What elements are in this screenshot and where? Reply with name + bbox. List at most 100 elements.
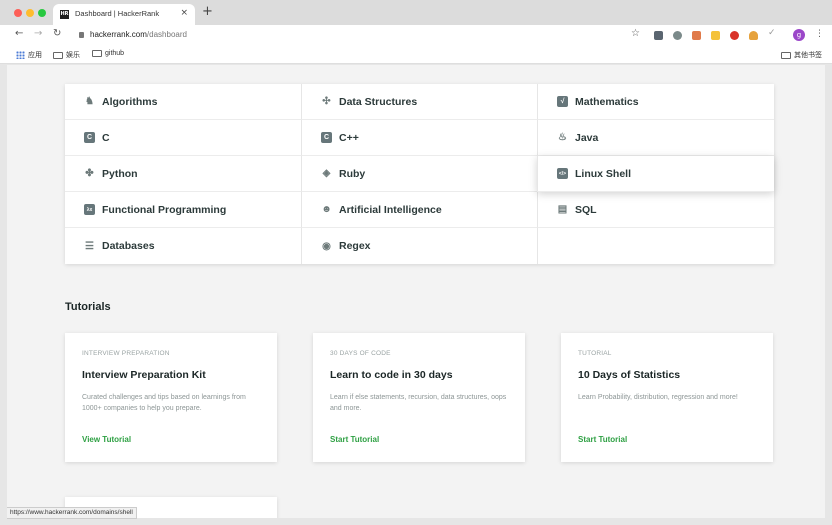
tab-title: Dashboard | HackerRank <box>75 9 160 18</box>
back-arrow-icon[interactable]: ← <box>15 28 23 39</box>
card-title: Interview Preparation Kit <box>82 369 206 381</box>
hackerrank-favicon-icon: HR <box>60 10 69 19</box>
page-content: ♞ Algorithms ✣ Data Structures √ Mathema… <box>7 65 825 518</box>
bookmark-entertainment[interactable]: 娱乐 <box>53 50 80 60</box>
forward-arrow-icon[interactable]: → <box>34 28 42 39</box>
domain-label: SQL <box>575 203 597 216</box>
c-icon: C <box>84 132 95 143</box>
domain-label: Artificial Intelligence <box>339 203 442 216</box>
card-kicker: INTERVIEW PREPARATION <box>82 350 170 357</box>
algorithms-icon: ♞ <box>85 96 94 107</box>
domain-label: Data Structures <box>339 95 418 108</box>
domain-algorithms[interactable]: ♞ Algorithms <box>65 84 301 120</box>
new-tab-button[interactable]: + <box>202 5 213 19</box>
mathematics-icon: √ <box>557 96 568 107</box>
bookmark-apps-label: 应用 <box>28 52 42 59</box>
domain-c[interactable]: C C <box>65 120 301 156</box>
domain-label: C++ <box>339 131 359 144</box>
card-kicker: TUTORIAL <box>578 350 612 357</box>
url-host: hackerrank.com <box>90 30 147 39</box>
domain-sql[interactable]: ▤ SQL <box>537 192 774 228</box>
folder-icon <box>781 51 791 59</box>
domain-label: Databases <box>102 240 155 252</box>
menu-kebab-icon[interactable]: ⋮ <box>815 29 824 39</box>
regex-icon: ◉ <box>322 240 331 252</box>
domain-label: Python <box>102 167 138 180</box>
bookmark-github-label: github <box>105 50 125 57</box>
extension-check-icon[interactable]: ✓ <box>768 28 777 38</box>
sql-icon: ▤ <box>557 204 568 215</box>
apps-grid-icon <box>16 51 25 59</box>
tutorial-card-interview-prep[interactable]: INTERVIEW PREPARATION Interview Preparat… <box>65 333 277 462</box>
card-description: Learn if else statements, recursion, dat… <box>330 394 507 412</box>
browser-tab[interactable]: HR Dashboard | HackerRank × <box>53 4 195 25</box>
domain-label: Ruby <box>339 167 366 180</box>
bookmark-apps[interactable]: 应用 <box>16 50 42 60</box>
domain-label: Linux Shell <box>575 167 632 180</box>
domain-label: Regex <box>339 240 371 252</box>
domain-cpp[interactable]: C C++ <box>301 120 537 156</box>
domain-label: Functional Programming <box>102 203 227 216</box>
domain-label: C <box>102 131 110 144</box>
java-icon: ♨ <box>558 132 567 143</box>
domain-label: Mathematics <box>575 95 639 108</box>
tutorial-card-30-days-of-code[interactable]: 30 DAYS OF CODE Learn to code in 30 days… <box>313 333 525 462</box>
profile-avatar[interactable]: g <box>793 29 805 41</box>
extension-r-icon[interactable] <box>711 31 720 40</box>
domains-grid: ♞ Algorithms ✣ Data Structures √ Mathema… <box>65 84 774 264</box>
domain-java[interactable]: ♨ Java <box>537 120 774 156</box>
bookmark-other[interactable]: 其他书签 <box>781 50 822 60</box>
close-window-button[interactable] <box>14 9 22 17</box>
start-tutorial-link[interactable]: Start Tutorial <box>578 435 627 444</box>
folder-icon <box>53 51 63 59</box>
cpp-icon: C <box>321 132 332 143</box>
card-title: 10 Days of Statistics <box>578 369 681 381</box>
python-icon: ✤ <box>85 168 94 179</box>
domain-databases[interactable]: ☰ Databases <box>65 228 301 264</box>
url-path: /dashboard <box>146 30 187 39</box>
address-bar[interactable]: hackerrank.com/dashboard <box>90 30 187 39</box>
card-description: Curated challenges and tips based on lea… <box>82 394 246 412</box>
domain-label: Java <box>575 131 599 144</box>
extension-red-icon[interactable] <box>730 31 739 40</box>
tutorial-card-statistics[interactable]: TUTORIAL 10 Days of Statistics Learn Pro… <box>561 333 773 462</box>
extension-shield-icon[interactable] <box>654 31 663 40</box>
extension-recycle-icon[interactable] <box>673 31 682 40</box>
domain-data-structures[interactable]: ✣ Data Structures <box>301 84 537 120</box>
domain-python[interactable]: ✤ Python <box>65 156 301 192</box>
maximize-window-button[interactable] <box>38 9 46 17</box>
bookmark-entertainment-label: 娱乐 <box>66 52 80 59</box>
card-kicker: 30 DAYS OF CODE <box>330 350 391 357</box>
view-tutorial-link[interactable]: View Tutorial <box>82 435 131 444</box>
reload-icon[interactable]: ↻ <box>53 28 61 39</box>
bookmarks-bar: 应用 娱乐 github 其他书签 <box>0 46 832 64</box>
start-tutorial-link[interactable]: Start Tutorial <box>330 435 379 444</box>
domain-label: Algorithms <box>102 95 158 108</box>
artificial-intelligence-icon: ☻ <box>321 204 332 215</box>
domain-ruby[interactable]: ◈ Ruby <box>301 156 537 192</box>
browser-tab-bar: HR Dashboard | HackerRank × + <box>0 0 832 25</box>
domain-linux-shell[interactable]: </> Linux Shell <box>537 156 774 192</box>
card-description: Learn Probability, distribution, regress… <box>578 394 738 401</box>
domain-empty-cell <box>537 228 774 264</box>
linux-shell-icon: </> <box>557 168 568 179</box>
data-structures-icon: ✣ <box>322 96 331 107</box>
bookmark-other-label: 其他书签 <box>794 52 822 59</box>
functional-programming-icon: λx <box>84 204 95 215</box>
extension-puzzle-icon[interactable] <box>692 31 701 40</box>
bookmark-github[interactable]: github <box>92 50 124 57</box>
bookmark-star-icon[interactable]: ☆ <box>631 28 640 39</box>
minimize-window-button[interactable] <box>26 9 34 17</box>
tab-close-icon[interactable]: × <box>180 8 188 18</box>
domain-regex[interactable]: ◉ Regex <box>301 228 537 264</box>
domain-functional-programming[interactable]: λx Functional Programming <box>65 192 301 228</box>
domain-artificial-intelligence[interactable]: ☻ Artificial Intelligence <box>301 192 537 228</box>
domain-mathematics[interactable]: √ Mathematics <box>537 84 774 120</box>
folder-icon <box>92 50 102 57</box>
card-title: Learn to code in 30 days <box>330 369 453 381</box>
lock-icon <box>79 32 84 38</box>
browser-toolbar: ← → ↻ hackerrank.com/dashboard ☆ ✓ g ⋮ <box>0 25 832 46</box>
ruby-icon: ◈ <box>322 168 331 179</box>
status-bar-url: https://www.hackerrank.com/domains/shell <box>7 507 137 519</box>
extension-shield-color-icon[interactable] <box>749 31 758 40</box>
